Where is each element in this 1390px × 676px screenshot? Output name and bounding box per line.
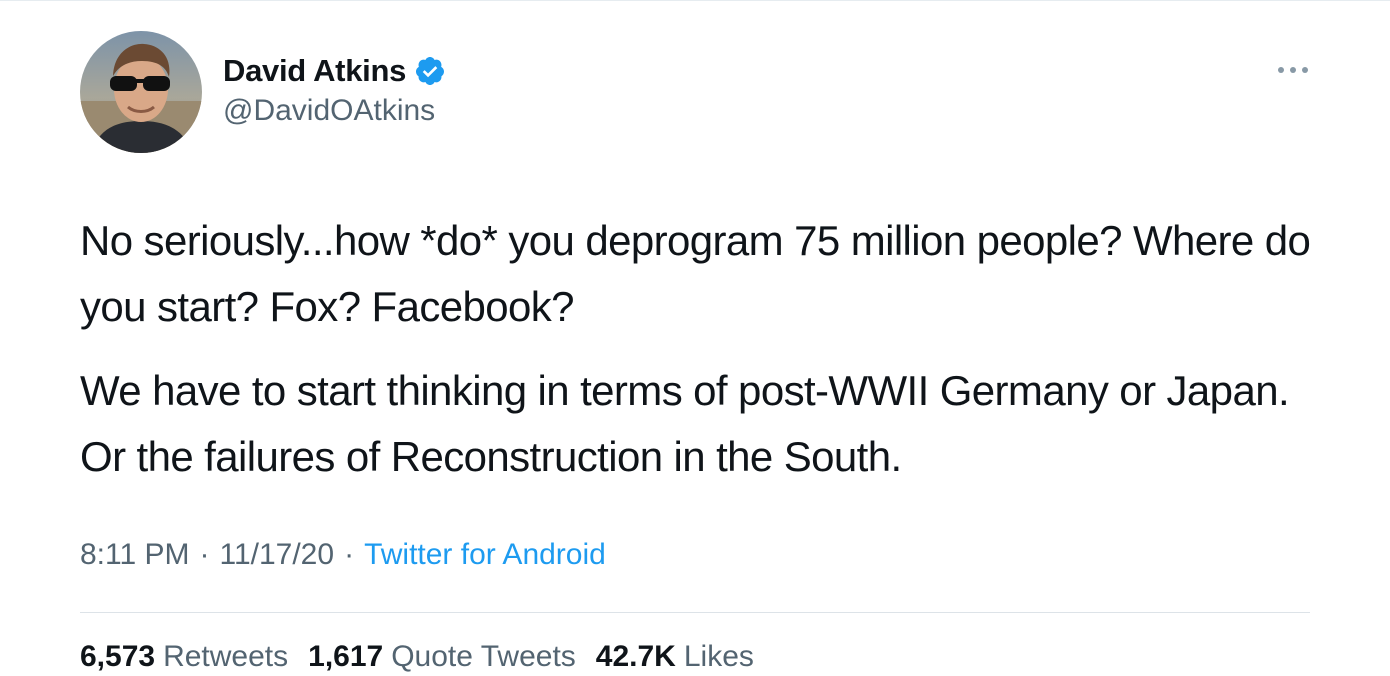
tweet-paragraph: No seriously...how *do* you deprogram 75…	[80, 217, 1311, 330]
user-handle[interactable]: @DavidOAtkins	[223, 94, 435, 128]
retweets-count: 6,573	[80, 640, 156, 673]
top-border	[0, 0, 1390, 1]
likes-label: Likes	[683, 640, 754, 673]
tweet-meta: 8:11 PM · 11/17/20 · Twitter for Android	[80, 538, 606, 572]
tweet-paragraph: We have to start thinking in terms of po…	[80, 367, 1290, 480]
meta-separator: ·	[344, 538, 355, 571]
tweet-source-link[interactable]: Twitter for Android	[364, 538, 606, 571]
quote-tweets-stat[interactable]: 1,617 Quote Tweets	[308, 640, 576, 674]
divider	[80, 612, 1310, 613]
retweets-stat[interactable]: 6,573 Retweets	[80, 640, 288, 674]
tweet-text: No seriously...how *do* you deprogram 75…	[80, 208, 1320, 490]
author-name-row[interactable]: David Atkins	[223, 52, 446, 90]
display-name[interactable]: David Atkins	[223, 53, 406, 89]
tweet-time[interactable]: 8:11 PM	[80, 538, 190, 571]
avatar[interactable]	[80, 31, 202, 153]
likes-count: 42.7K	[595, 640, 676, 673]
likes-stat[interactable]: 42.7K Likes	[596, 640, 754, 674]
verified-badge-icon	[414, 55, 446, 87]
tweet-date[interactable]: 11/17/20	[220, 538, 335, 571]
quote-tweets-label: Quote Tweets	[391, 640, 576, 673]
quote-tweets-count: 1,617	[308, 640, 384, 673]
retweets-label: Retweets	[163, 640, 289, 673]
meta-separator: ·	[199, 538, 210, 571]
more-options-icon[interactable]	[1276, 58, 1310, 82]
engagement-stats: 6,573 Retweets 1,617 Quote Tweets 42.7K Lik…	[80, 640, 774, 674]
